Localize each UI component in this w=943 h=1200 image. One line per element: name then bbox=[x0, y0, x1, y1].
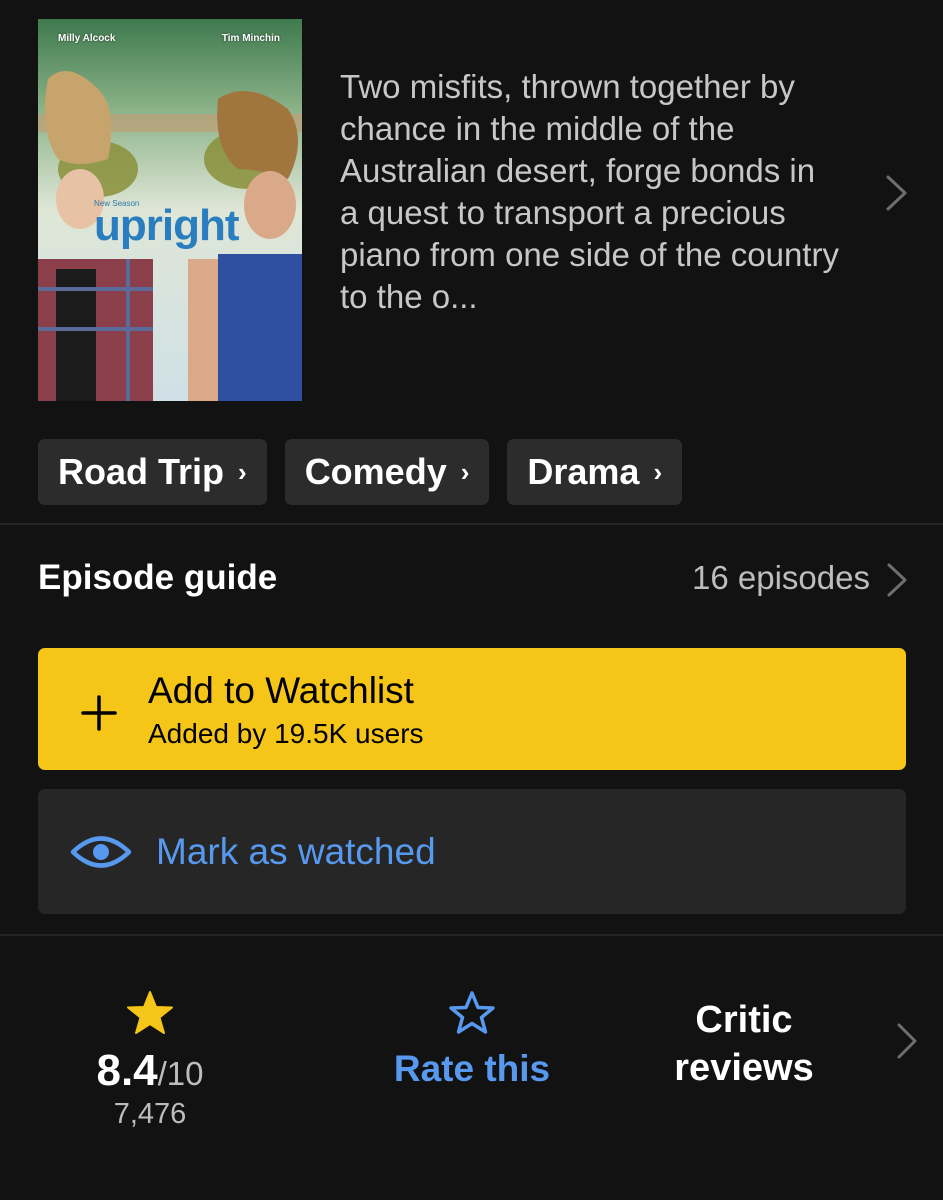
rate-this-label: Rate this bbox=[393, 1048, 551, 1089]
mark-as-watched-button[interactable]: Mark as watched bbox=[38, 789, 906, 914]
chevron-right-icon: › bbox=[653, 456, 663, 487]
add-to-watchlist-button[interactable]: Add to Watchlist Added by 19.5K users bbox=[38, 648, 906, 770]
rating-count: 7,476 bbox=[113, 1098, 187, 1130]
eye-icon bbox=[70, 833, 132, 876]
chevron-right-icon[interactable] bbox=[884, 174, 910, 217]
divider bbox=[0, 934, 943, 936]
show-poster[interactable]: Milly Alcock Tim Minchin New Season upri… bbox=[38, 19, 302, 401]
critic-reviews-link[interactable]: Critic reviews bbox=[654, 996, 834, 1092]
plus-icon bbox=[80, 694, 118, 737]
episode-guide-title: Episode guide bbox=[38, 558, 278, 597]
show-description[interactable]: Two misfits, thrown together by chance i… bbox=[340, 66, 840, 318]
critic-reviews-line2: reviews bbox=[674, 1047, 814, 1089]
rate-this-button[interactable]: Rate this bbox=[372, 990, 572, 1090]
genre-chip-label: Road Trip bbox=[58, 451, 225, 492]
imdb-rating[interactable]: 8.4/10 7,476 bbox=[60, 990, 240, 1131]
genre-chip-label: Comedy bbox=[304, 451, 447, 492]
episode-count: 16 episodes bbox=[692, 559, 870, 596]
mark-as-watched-label: Mark as watched bbox=[156, 831, 436, 872]
poster-show-title: upright bbox=[94, 201, 240, 250]
genre-chips: Road Trip › Comedy › Drama › bbox=[38, 439, 683, 505]
chevron-right-icon[interactable] bbox=[896, 1022, 918, 1065]
genre-chip-label: Drama bbox=[527, 451, 640, 492]
star-outline-icon bbox=[449, 991, 495, 1034]
rating-value-row: 8.4/10 bbox=[60, 1046, 240, 1096]
rating-value: 8.4 bbox=[96, 1046, 158, 1095]
genre-chip-drama[interactable]: Drama › bbox=[507, 439, 683, 505]
genre-chip-comedy[interactable]: Comedy › bbox=[284, 439, 490, 505]
chevron-right-icon: › bbox=[238, 456, 247, 487]
watchlist-label: Add to Watchlist bbox=[148, 670, 414, 711]
poster-actor-right: Tim Minchin bbox=[221, 33, 280, 44]
poster-actor-left: Milly Alcock bbox=[58, 33, 116, 44]
divider bbox=[0, 523, 943, 525]
watchlist-added-count: Added by 19.5K users bbox=[148, 718, 424, 749]
critic-reviews-line1: Critic bbox=[695, 999, 793, 1041]
genre-chip-road-trip[interactable]: Road Trip › bbox=[38, 439, 267, 505]
star-filled-icon bbox=[127, 991, 173, 1034]
chevron-right-icon bbox=[886, 562, 908, 603]
chevron-right-icon: › bbox=[460, 456, 470, 487]
rating-scale: /10 bbox=[157, 1055, 204, 1092]
